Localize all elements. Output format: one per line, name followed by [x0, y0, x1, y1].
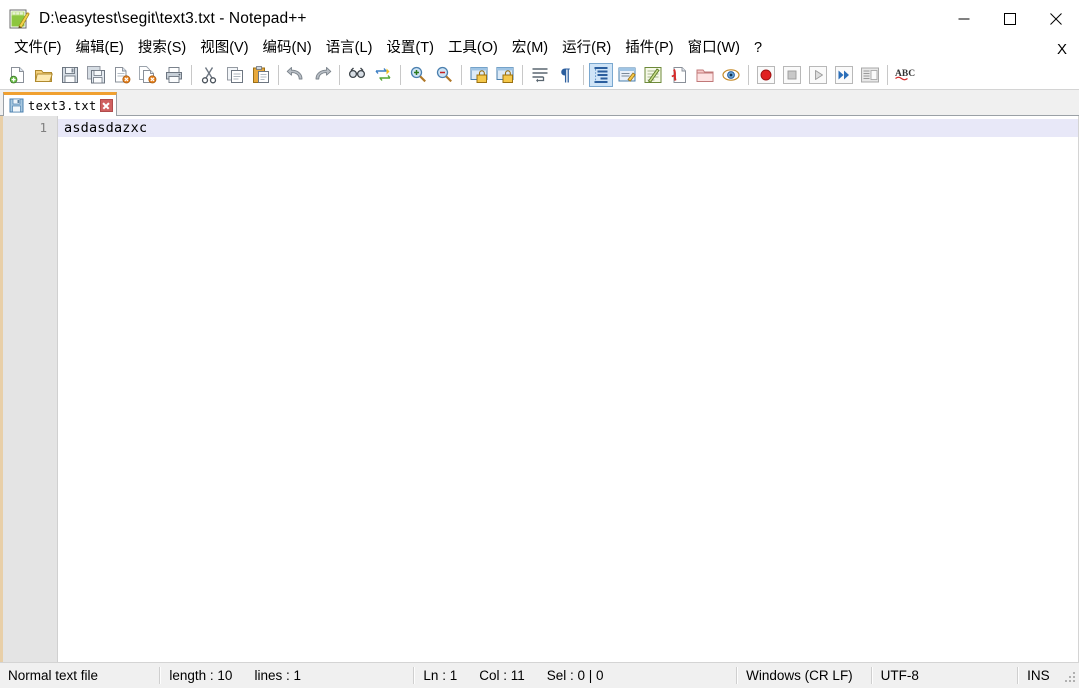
menu-run[interactable]: 运行(R)	[555, 38, 618, 60]
word-wrap-icon[interactable]	[528, 63, 552, 87]
menu-tools[interactable]: 工具(O)	[441, 38, 505, 60]
status-col: Col : 11	[479, 668, 525, 683]
toolbar-separator	[400, 65, 401, 85]
status-lines: lines : 1	[254, 668, 301, 683]
find-icon[interactable]	[345, 63, 369, 87]
close-tab-icon[interactable]	[99, 99, 113, 112]
zoom-out-icon[interactable]	[432, 63, 456, 87]
menu-macro[interactable]: 宏(M)	[505, 38, 555, 60]
sync-horizontal-scroll-icon[interactable]	[493, 63, 517, 87]
zoom-in-icon[interactable]	[406, 63, 430, 87]
new-file-icon[interactable]	[6, 63, 30, 87]
tab-label: text3.txt	[28, 98, 97, 113]
status-file-type: Normal text file	[8, 668, 99, 683]
status-bar: Normal text file length : 10 lines : 1 L…	[0, 662, 1079, 688]
notepad-plus-plus-icon	[8, 8, 30, 30]
minimize-button[interactable]	[941, 0, 987, 37]
menu-bar: 文件(F) 编辑(E) 搜索(S) 视图(V) 编码(N) 语言(L) 设置(T…	[0, 37, 1079, 61]
redo-icon[interactable]	[310, 63, 334, 87]
toolbar-separator	[887, 65, 888, 85]
status-sel: Sel : 0 | 0	[546, 668, 604, 683]
saved-file-icon	[9, 98, 24, 113]
toolbar-separator	[522, 65, 523, 85]
code-text-area[interactable]: asdasdazxc	[58, 116, 1078, 662]
status-doc-info: length : 10 lines : 1	[161, 663, 413, 688]
status-length: length : 10	[169, 668, 233, 683]
line-number-gutter: 1	[3, 116, 58, 662]
close-document-button[interactable]: X	[1051, 41, 1079, 58]
show-all-characters-icon[interactable]: ¶	[554, 63, 578, 87]
menu-settings[interactable]: 设置(T)	[379, 38, 441, 60]
open-file-icon[interactable]	[32, 63, 56, 87]
tab-text3-txt[interactable]: text3.txt	[3, 92, 117, 116]
close-file-icon[interactable]	[110, 63, 134, 87]
menu-language[interactable]: 语言(L)	[319, 38, 380, 60]
spell-check-icon[interactable]: ABC	[893, 63, 917, 87]
toolbar-separator	[278, 65, 279, 85]
window-title: D:\easytest\segit\text3.txt - Notepad++	[39, 9, 307, 27]
play-macro-icon[interactable]	[806, 63, 830, 87]
status-caret-info: Ln : 1 Col : 11 Sel : 0 | 0	[415, 663, 736, 688]
copy-icon[interactable]	[223, 63, 247, 87]
toolbar: ¶ ABC	[0, 61, 1079, 90]
menu-encoding[interactable]: 编码(N)	[256, 38, 319, 60]
toolbar-separator	[461, 65, 462, 85]
function-list-icon[interactable]	[641, 63, 665, 87]
title-bar: D:\easytest\segit\text3.txt - Notepad++	[0, 0, 1079, 37]
print-icon[interactable]	[162, 63, 186, 87]
status-eol-format[interactable]: Windows (CR LF)	[738, 663, 871, 688]
save-icon[interactable]	[58, 63, 82, 87]
status-encoding[interactable]: UTF-8	[873, 663, 1017, 688]
menu-edit[interactable]: 编辑(E)	[69, 38, 131, 60]
menu-help[interactable]: ?	[747, 38, 769, 60]
tab-bar: text3.txt	[0, 90, 1079, 116]
toolbar-separator	[748, 65, 749, 85]
user-defined-language-icon[interactable]	[615, 63, 639, 87]
paste-icon[interactable]	[249, 63, 273, 87]
resize-grip-icon[interactable]	[1061, 668, 1077, 684]
menu-plugins[interactable]: 插件(P)	[618, 38, 680, 60]
document-map-icon[interactable]	[667, 63, 691, 87]
close-button[interactable]	[1033, 0, 1079, 37]
code-line[interactable]: asdasdazxc	[58, 119, 1078, 137]
menu-view[interactable]: 视图(V)	[193, 38, 255, 60]
sync-vertical-scroll-icon[interactable]	[467, 63, 491, 87]
status-ln: Ln : 1	[423, 668, 458, 683]
folder-as-workspace-icon[interactable]	[693, 63, 717, 87]
notepad-plus-plus-window: D:\easytest\segit\text3.txt - Notepad++ …	[0, 0, 1079, 688]
undo-icon[interactable]	[284, 63, 308, 87]
document-preview-icon[interactable]	[719, 63, 743, 87]
window-controls	[941, 0, 1079, 37]
show-indent-guide-icon[interactable]	[589, 63, 613, 87]
stop-recording-macro-icon[interactable]	[780, 63, 804, 87]
close-all-files-icon[interactable]	[136, 63, 160, 87]
line-number: 1	[39, 120, 47, 135]
menu-window[interactable]: 窗口(W)	[681, 38, 747, 60]
save-macro-icon[interactable]	[858, 63, 882, 87]
start-recording-macro-icon[interactable]	[754, 63, 778, 87]
run-macro-multiple-icon[interactable]	[832, 63, 856, 87]
replace-icon[interactable]	[371, 63, 395, 87]
editor-area: 1 asdasdazxc	[0, 116, 1079, 662]
svg-text:¶: ¶	[560, 66, 571, 85]
cut-icon[interactable]	[197, 63, 221, 87]
toolbar-separator	[339, 65, 340, 85]
status-insert-mode[interactable]: INS	[1019, 663, 1061, 688]
toolbar-separator	[191, 65, 192, 85]
maximize-button[interactable]	[987, 0, 1033, 37]
save-all-icon[interactable]	[84, 63, 108, 87]
menu-file[interactable]: 文件(F)	[7, 38, 69, 60]
menu-search[interactable]: 搜索(S)	[131, 38, 193, 60]
toolbar-separator	[583, 65, 584, 85]
